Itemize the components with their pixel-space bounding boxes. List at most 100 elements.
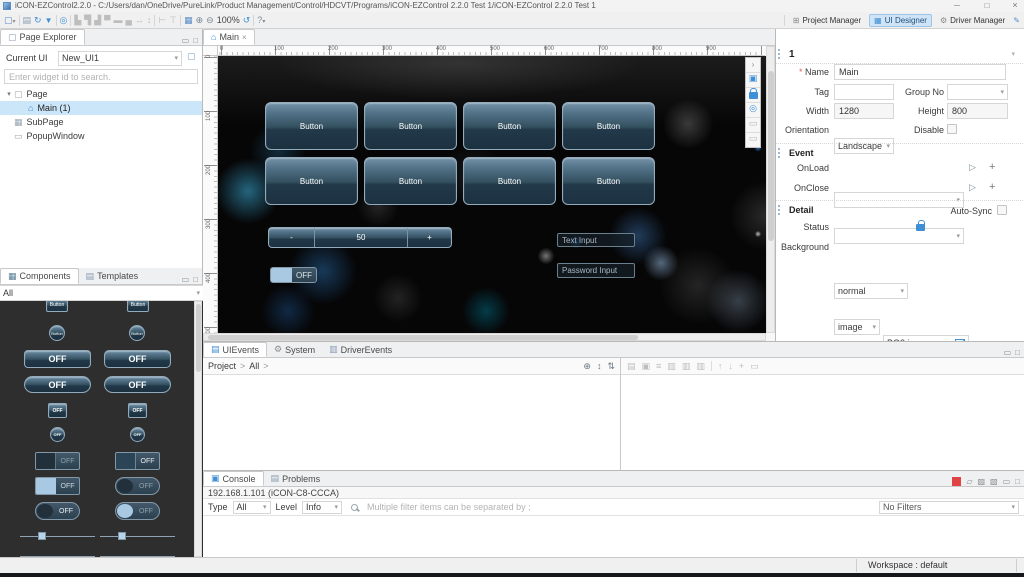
- canvas-button[interactable]: Button: [463, 157, 556, 205]
- canvas-vscrollbar[interactable]: [766, 46, 775, 333]
- match-height-icon[interactable]: ⊤: [169, 15, 177, 26]
- component-filter-select[interactable]: All▾: [0, 285, 203, 301]
- auto-sync-checkbox[interactable]: [997, 205, 1007, 215]
- align-left-icon[interactable]: ▙: [74, 15, 81, 26]
- move-up-icon[interactable]: ↑: [718, 361, 723, 371]
- panel-maximize-icon[interactable]: □: [193, 275, 198, 284]
- stepper-plus-button[interactable]: +: [408, 233, 451, 242]
- group-no-select[interactable]: ▾: [947, 84, 1008, 100]
- canvas-button[interactable]: Button: [364, 102, 457, 150]
- new-ui-icon[interactable]: ▢: [187, 51, 196, 62]
- component-button-pill[interactable]: OFF: [104, 376, 171, 393]
- panel-minimize-icon[interactable]: ▭: [182, 275, 190, 284]
- align-top-icon[interactable]: ▀: [104, 15, 110, 25]
- collapse-toolbar-icon[interactable]: ›: [752, 58, 755, 72]
- minimize-button[interactable]: ─: [948, 1, 966, 10]
- list-icon[interactable]: ≡: [656, 361, 661, 371]
- distribute-h-icon[interactable]: ↔: [135, 15, 144, 25]
- tab-main-page[interactable]: ⌂ Main ×: [203, 29, 255, 45]
- tab-console[interactable]: ▣Console: [203, 471, 264, 486]
- stepper-minus-button[interactable]: -: [269, 233, 314, 242]
- component-button-small[interactable]: OFF: [48, 403, 67, 418]
- name-input[interactable]: [834, 64, 1006, 80]
- copy-icon[interactable]: ▥: [667, 361, 676, 372]
- tab-problems[interactable]: ▤Problems: [264, 471, 328, 486]
- zoom-level[interactable]: 100%: [217, 15, 240, 25]
- canvas-stepper[interactable]: - 50 +: [268, 227, 452, 248]
- expand-all-icon[interactable]: ↕: [597, 361, 602, 372]
- component-button-rect[interactable]: Button: [46, 301, 68, 312]
- status-lock-icon[interactable]: [916, 223, 925, 233]
- status-select[interactable]: normal▾: [834, 283, 908, 299]
- collapse-all-icon[interactable]: ⇅: [607, 361, 615, 372]
- type-select[interactable]: All▾: [233, 501, 271, 514]
- canvas-button[interactable]: Button: [265, 157, 358, 205]
- move-down-icon[interactable]: ↓: [728, 361, 733, 371]
- tab-driverevents[interactable]: ▥DriverEvents: [322, 342, 399, 357]
- slider-handle[interactable]: [118, 532, 126, 540]
- canvas-toggle[interactable]: OFF: [270, 267, 317, 283]
- tab-components[interactable]: ▦Components: [0, 268, 79, 284]
- canvas-text-input[interactable]: Text Input: [557, 233, 635, 247]
- zoom-out-icon[interactable]: ⊖: [206, 15, 214, 26]
- component-toggle-rect[interactable]: OFF: [115, 452, 160, 470]
- canvas-button[interactable]: Button: [562, 102, 655, 150]
- word-wrap-icon[interactable]: ▧: [990, 477, 998, 486]
- component-button-small-round[interactable]: OFF: [50, 427, 65, 442]
- panel-maximize-icon[interactable]: □: [193, 36, 198, 45]
- component-button-small[interactable]: OFF: [128, 403, 147, 418]
- match-width-icon[interactable]: ⊢: [158, 15, 166, 26]
- tag-input[interactable]: [834, 84, 894, 100]
- lock-icon[interactable]: [746, 87, 760, 102]
- component-button-round[interactable]: Button: [49, 325, 65, 341]
- perspective-project-manager[interactable]: ⊞Project Manager: [793, 16, 861, 25]
- onclose-add-icon[interactable]: +: [989, 181, 995, 193]
- height-input[interactable]: [947, 103, 1008, 119]
- level-select[interactable]: Info▾: [302, 501, 342, 514]
- slider-handle[interactable]: [38, 532, 46, 540]
- delete-event-icon[interactable]: ▭: [750, 361, 759, 372]
- canvas-button[interactable]: Button: [463, 102, 556, 150]
- sync-icon[interactable]: ↻: [34, 15, 42, 26]
- tree-item-popupwindow[interactable]: ▭ PopupWindow: [0, 129, 202, 143]
- tab-page-explorer[interactable]: ▢Page Explorer: [0, 29, 85, 45]
- onload-add-icon[interactable]: +: [989, 161, 995, 173]
- breadcrumb-project[interactable]: Project: [208, 361, 236, 371]
- perspective-driver-manager[interactable]: ⚙Driver Manager: [940, 16, 1005, 25]
- properties-header[interactable]: 1 ▾: [778, 46, 1023, 62]
- no-filters-select[interactable]: No Filters▾: [879, 501, 1019, 514]
- component-button-rect[interactable]: Button: [127, 301, 149, 312]
- component-button-small-round[interactable]: OFF: [130, 427, 145, 442]
- component-toggle-rect[interactable]: OFF: [35, 452, 80, 470]
- tree-item-main[interactable]: ⌂ Main (1): [0, 101, 202, 115]
- canvas-password-input[interactable]: Password Input: [557, 263, 635, 278]
- reset-zoom-icon[interactable]: ↺: [243, 15, 251, 26]
- save-icon[interactable]: ▤: [23, 15, 32, 26]
- width-input[interactable]: [834, 103, 894, 119]
- component-button-large[interactable]: OFF: [24, 350, 91, 368]
- collapse-section-icon[interactable]: ▾: [1011, 50, 1023, 58]
- console-filter-input[interactable]: [363, 501, 874, 514]
- orientation-select[interactable]: Landscape▾: [834, 138, 894, 154]
- component-toggle-pill-lightblue[interactable]: OFF: [115, 502, 160, 520]
- tab-uievents[interactable]: ▤UIEvents: [203, 342, 267, 357]
- duplicate-icon[interactable]: ▥: [696, 361, 705, 372]
- layers-icon[interactable]: ▣: [746, 72, 760, 87]
- widget-search-input[interactable]: [4, 69, 198, 84]
- target-icon[interactable]: ◎: [746, 102, 760, 117]
- align-bottom-icon[interactable]: ▄: [126, 15, 132, 25]
- close-button[interactable]: ×: [1006, 0, 1024, 10]
- current-ui-select[interactable]: New_UI1▾: [58, 51, 182, 66]
- component-toggle-pill[interactable]: OFF: [35, 502, 80, 520]
- snapshot-lock-icon[interactable]: ▭: [746, 132, 760, 147]
- locate-icon[interactable]: ⊕: [583, 361, 591, 372]
- align-middle-icon[interactable]: ▬: [114, 15, 123, 25]
- canvas-button[interactable]: Button: [364, 157, 457, 205]
- component-button-pill[interactable]: OFF: [24, 376, 91, 393]
- component-button-large[interactable]: OFF: [104, 350, 171, 368]
- component-slider[interactable]: [100, 536, 175, 537]
- preview-eye-icon[interactable]: ◎: [60, 15, 68, 26]
- canvas-button[interactable]: Button: [265, 102, 358, 150]
- panel-minimize-icon[interactable]: ▭: [1003, 477, 1011, 486]
- expander-icon[interactable]: ▾: [4, 90, 14, 98]
